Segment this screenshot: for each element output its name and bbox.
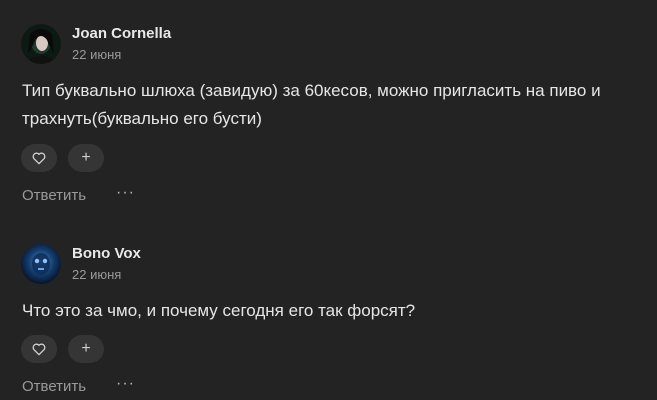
like-button[interactable] bbox=[21, 144, 57, 172]
plus-icon: + bbox=[81, 149, 91, 166]
comment-text: Тип буквально шлюха (завидую) за 60кесов… bbox=[22, 81, 601, 128]
reply-button[interactable]: Ответить bbox=[22, 187, 86, 204]
avatar[interactable] bbox=[21, 24, 61, 64]
author-name[interactable]: Joan Cornella bbox=[72, 25, 171, 42]
reply-button[interactable]: Ответить bbox=[22, 378, 86, 395]
heart-icon bbox=[32, 152, 46, 165]
add-reaction-button[interactable]: + bbox=[68, 144, 104, 172]
avatar[interactable] bbox=[21, 244, 61, 284]
like-button[interactable] bbox=[21, 335, 57, 363]
comment-date[interactable]: 22 июня bbox=[72, 267, 121, 282]
author-name[interactable]: Bono Vox bbox=[72, 245, 141, 262]
more-options-button[interactable]: ··· bbox=[116, 375, 135, 393]
heart-icon bbox=[32, 343, 46, 356]
comment-date[interactable]: 22 июня bbox=[72, 47, 121, 62]
plus-icon: + bbox=[81, 340, 91, 357]
more-options-button[interactable]: ··· bbox=[116, 184, 135, 202]
comment-text: Что это за чмо, и почему сегодня его так… bbox=[22, 301, 416, 320]
add-reaction-button[interactable]: + bbox=[68, 335, 104, 363]
